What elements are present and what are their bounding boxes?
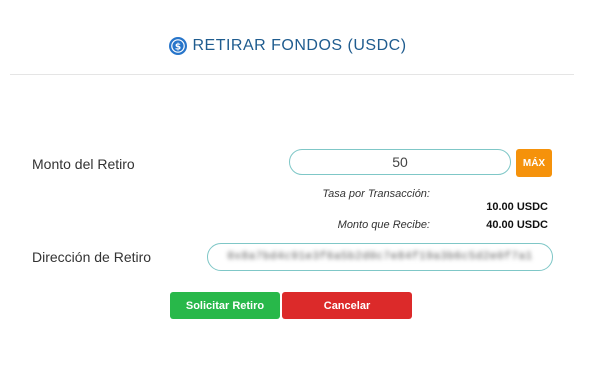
max-button[interactable]: MÁX	[516, 149, 552, 177]
receive-label: Monto que Recibe:	[337, 219, 430, 231]
fee-label: Tasa por Transacción:	[322, 188, 430, 200]
fee-value: 10.00 USDC	[486, 201, 548, 213]
header-divider	[10, 74, 574, 75]
address-input[interactable]: 0x8a7bd4c91e3f6a5b2d0c7e84f19a3b6c5d2e0f…	[207, 243, 553, 271]
page-header: $ RETIRAR FONDOS (USDC)	[0, 36, 575, 56]
amount-input[interactable]	[289, 149, 511, 175]
page-title: RETIRAR FONDOS (USDC)	[192, 37, 407, 54]
address-value: 0x8a7bd4c91e3f6a5b2d0c7e84f19a3b6c5d2e0f…	[227, 251, 533, 263]
cancel-button[interactable]: Cancelar	[282, 292, 412, 319]
receive-value: 40.00 USDC	[486, 219, 548, 231]
usdc-coin-icon: $	[168, 36, 188, 56]
amount-label: Monto del Retiro	[32, 156, 135, 172]
submit-withdrawal-button[interactable]: Solicitar Retiro	[170, 292, 280, 319]
address-label: Dirección de Retiro	[32, 249, 152, 265]
svg-text:$: $	[175, 43, 181, 53]
